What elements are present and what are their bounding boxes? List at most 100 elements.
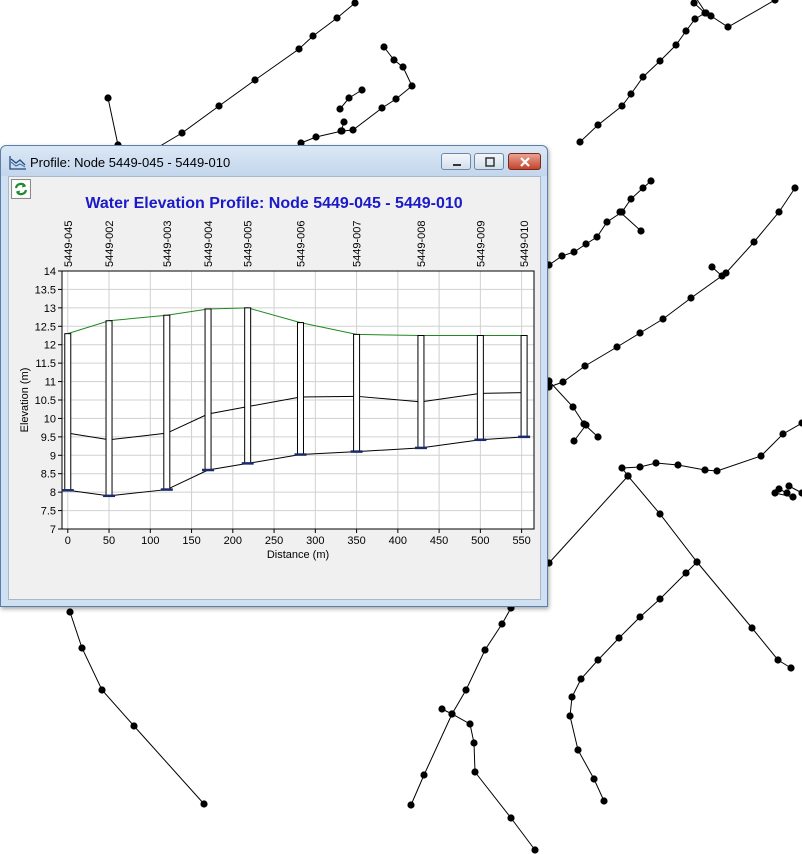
network-node — [590, 775, 598, 783]
network-pipe — [569, 561, 698, 802]
y-tick-label: 7 — [50, 524, 56, 536]
network-node — [787, 664, 795, 672]
network-node — [647, 177, 655, 185]
node-label: 5449-007 — [352, 221, 364, 268]
network-node — [470, 739, 478, 747]
network-node — [682, 27, 690, 35]
network-pipe — [627, 475, 792, 669]
network-node — [568, 693, 576, 701]
network-node — [104, 94, 112, 102]
network-node — [624, 472, 632, 480]
node-label: 5449-006 — [295, 221, 307, 268]
network-node — [618, 464, 626, 472]
network-node — [531, 846, 539, 854]
network-node — [471, 768, 479, 776]
y-tick-label: 12 — [44, 340, 56, 352]
x-tick-label: 550 — [512, 535, 530, 547]
network-node — [577, 675, 585, 683]
network-node — [687, 294, 695, 302]
network-node — [789, 493, 797, 501]
node-label: 5449-004 — [203, 221, 215, 268]
network-node — [798, 419, 802, 427]
network-node — [636, 329, 644, 337]
network-node — [672, 41, 680, 49]
network-node — [466, 720, 474, 728]
y-tick-label: 13.5 — [35, 284, 56, 296]
profile-window[interactable]: Profile: Node 5449-045 - 5449-010 0 50 100… — [0, 145, 548, 607]
y-tick-label: 7.5 — [41, 506, 56, 518]
network-node — [615, 634, 623, 642]
network-node — [345, 94, 353, 102]
network-node — [594, 433, 602, 441]
node-label: 5449-005 — [243, 221, 255, 268]
network-node — [693, 558, 701, 566]
network-node — [791, 184, 799, 192]
network-pipe — [619, 211, 642, 232]
network-node — [652, 459, 660, 467]
network-node — [570, 437, 578, 445]
network-node — [593, 233, 601, 241]
network-node — [498, 620, 506, 628]
network-node — [378, 104, 386, 112]
network-node — [771, 0, 779, 4]
network-node — [309, 32, 317, 40]
node-label: 5449-045 — [63, 221, 75, 268]
manhole-shaft — [353, 333, 361, 453]
network-node — [333, 14, 341, 22]
network-pipe — [621, 422, 802, 477]
network-node — [462, 686, 470, 694]
network-pipe — [548, 475, 629, 564]
network-node — [783, 489, 791, 497]
x-tick-label: 500 — [471, 535, 489, 547]
network-node — [582, 421, 590, 429]
network-node — [659, 315, 667, 323]
network-node — [785, 482, 793, 490]
network-pipe — [107, 97, 119, 146]
network-node — [558, 252, 566, 260]
network-node — [358, 86, 366, 94]
network-node — [200, 800, 208, 808]
network-node — [613, 343, 621, 351]
y-tick-label: 11 — [45, 377, 56, 389]
y-tick-label: 12.5 — [35, 321, 56, 333]
network-node — [603, 218, 611, 226]
network-node — [581, 362, 589, 370]
node-label: 5449-008 — [416, 221, 428, 268]
node-label: 5449-009 — [475, 221, 487, 268]
network-pipe — [548, 180, 652, 266]
node-label: 5449-002 — [104, 221, 116, 268]
network-node — [215, 102, 223, 110]
network-node — [66, 608, 74, 616]
network-node — [600, 797, 608, 805]
network-node — [775, 485, 783, 493]
network-node — [408, 82, 416, 90]
profile-chart: 0 50 100 150 200 250 300 350 400 450 500 550 7 7.5 8 8.… — [19, 221, 535, 561]
y-tick-label: 8 — [50, 487, 56, 499]
network-node — [559, 378, 567, 386]
network-node — [774, 656, 782, 664]
network-node — [390, 56, 398, 64]
network-node — [594, 656, 602, 664]
network-node — [656, 510, 664, 518]
network-node — [724, 23, 732, 31]
x-tick-label: 350 — [347, 535, 365, 547]
x-tick-label: 100 — [141, 535, 159, 547]
network-node — [349, 126, 357, 134]
y-tick-label: 8.5 — [41, 469, 56, 481]
x-tick-label: 200 — [224, 535, 242, 547]
network-pipe — [548, 187, 796, 388]
network-node — [576, 138, 584, 146]
network-node — [380, 43, 388, 51]
network-node — [701, 9, 709, 17]
y-tick-label: 10.5 — [35, 395, 56, 407]
network-node — [637, 227, 645, 235]
network-node — [340, 118, 348, 126]
manhole-shaft — [244, 307, 252, 464]
node-label: 5449-010 — [519, 221, 531, 268]
network-node — [130, 722, 138, 730]
network-node — [701, 466, 709, 474]
network-node — [682, 569, 690, 577]
network-node — [674, 461, 682, 469]
network-node — [636, 613, 644, 621]
network-node — [336, 105, 344, 113]
